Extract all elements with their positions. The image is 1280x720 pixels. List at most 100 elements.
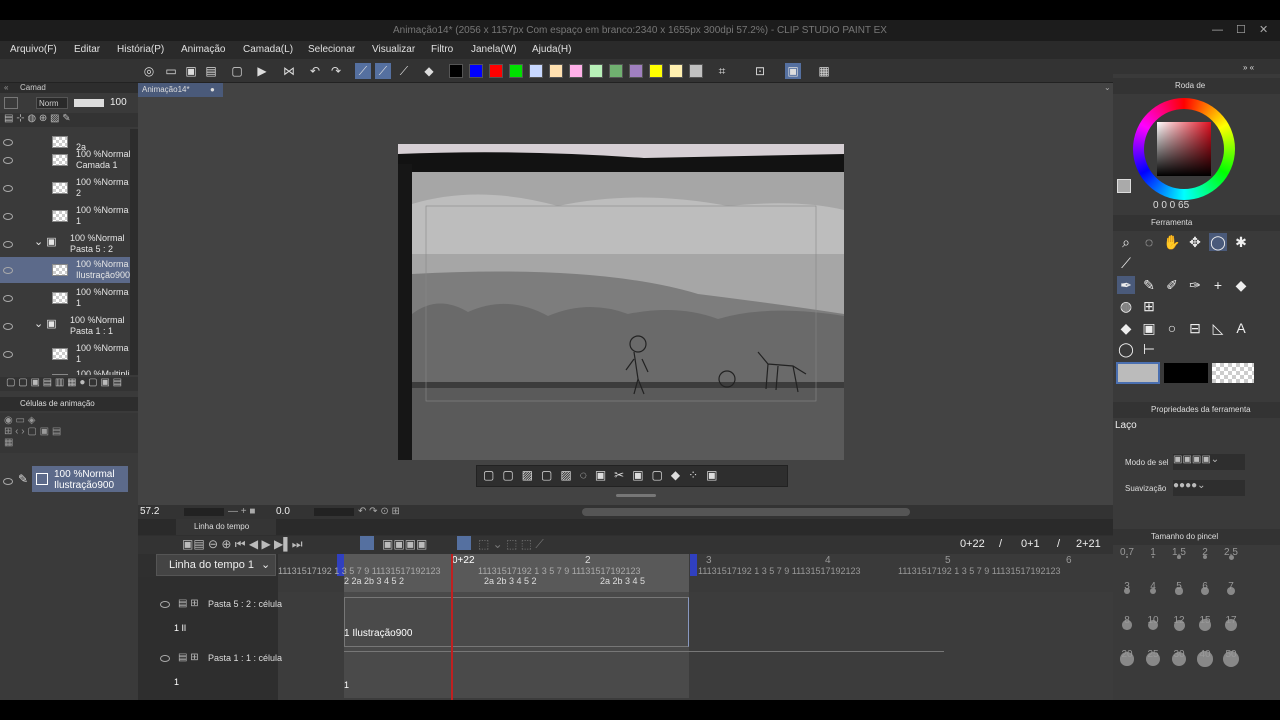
color-swatch[interactable] [469,64,483,78]
eraser-tool-icon[interactable]: ◆ [1232,276,1250,294]
eye-icon[interactable] [3,213,13,220]
rotate-tool-icon[interactable]: ◌ [1140,233,1158,251]
menu-selecionar[interactable]: Selecionar [308,41,355,59]
color-swatch[interactable] [649,64,663,78]
shape-tool-icon[interactable]: ○ [1163,319,1181,337]
main-color-swatch[interactable] [1117,179,1131,193]
text-tool-icon[interactable]: A [1232,319,1250,337]
decoration-tool-icon[interactable]: + [1209,276,1227,294]
bg-color-swatch[interactable] [1164,363,1208,383]
redo-icon[interactable]: ↷ [328,63,344,79]
color-swatch[interactable] [629,64,643,78]
eye-icon[interactable] [3,351,13,358]
transform-icon[interactable]: ⌗ [714,63,730,79]
timeline-toolbar-left[interactable]: ▣▤ ⊖ ⊕ ⏮ ◀ ▶ ▶▌⏭ [182,537,303,552]
gradient-tool-icon[interactable]: ▣ [1140,319,1158,337]
menu-ajuda[interactable]: Ajuda(H) [532,41,571,59]
timeline-tab[interactable]: Linha do tempo [176,519,276,535]
zoom-slider[interactable] [184,508,224,516]
correct-tool-icon[interactable]: ⊢ [1140,340,1158,358]
folder-icon[interactable]: ⌄ ▣ [34,237,57,248]
color-swatch[interactable] [509,64,523,78]
snap-icon[interactable]: ⟋ [375,63,391,79]
folder-icon[interactable]: ⌄ ▣ [34,319,57,330]
onion-skin-icon[interactable] [457,536,471,550]
color-wheel[interactable] [1133,98,1235,200]
anim-cells-tools[interactable]: ◉ ▭ ◈ ⊞ ‹ › ▢ ▣ ▤ ▦ [0,413,138,453]
fg-color-swatch[interactable] [1116,362,1160,384]
eye-icon[interactable] [3,185,13,192]
track1-name[interactable]: Pasta 5 : 2 : célula [208,599,282,609]
balloon-tool-icon[interactable]: ◯ [1117,340,1135,358]
airbrush-tool-icon[interactable]: ✑ [1186,276,1204,294]
save-icon[interactable]: ▤ [203,63,219,79]
track1-eye-icon[interactable] [160,601,170,608]
layer-row[interactable]: 100 %Norma 1 [0,203,130,229]
layer-color-icon[interactable] [4,97,18,109]
color-swatch[interactable] [669,64,683,78]
menu-arquivo[interactable]: Arquivo(F) [10,41,57,59]
eye-icon[interactable] [3,478,13,485]
layer-bottom-tools[interactable]: ▢ ▢ ▣ ▤ ▥ ▦ ● ▢ ▣ ▤ [0,377,138,391]
track2-cell-block[interactable] [344,651,944,695]
horizontal-scrollbar[interactable] [582,508,910,516]
color-square[interactable] [1157,122,1211,176]
eye-icon[interactable] [3,241,13,248]
menu-editar[interactable]: Editar [74,41,100,59]
menu-camada[interactable]: Camada(L) [243,41,293,59]
zoom-buttons[interactable]: — + ■ [228,505,255,519]
canvas-menu-icon[interactable]: ⌄ [1104,83,1111,92]
lasso-tool-icon[interactable]: ◯ [1209,233,1227,251]
anim-cell-selected[interactable]: 100 %Normal Ilustração900 [32,466,128,492]
sparkle-tool-icon[interactable]: ✱ [1232,233,1250,251]
playhead[interactable] [451,554,453,700]
layer-tool-icons[interactable]: ▤ ⊹ ◍ ⊕ ▨ ✎ [4,113,71,124]
menu-janela[interactable]: Janela(W) [471,41,517,59]
play-icon[interactable]: ▶ [254,63,270,79]
layer-row[interactable]: 100 %Norma 1 [0,285,130,311]
color-swatch[interactable] [589,64,603,78]
rotation-slider[interactable] [314,508,354,516]
stabilizer-icon[interactable]: ⟋ [355,63,371,79]
brush-tool-icon[interactable]: ✐ [1163,276,1181,294]
fill-tool-icon[interactable]: ◆ [1117,319,1135,337]
menu-historia[interactable]: História(P) [117,41,164,59]
rotate-buttons[interactable]: ↶ ↷ ⊙ ⊞ [358,505,400,519]
menu-animacao[interactable]: Animação [181,41,225,59]
hand-tool-icon[interactable]: ✋ [1163,233,1181,251]
layer-row[interactable]: ⌄ ▣ 100 %Normal Pasta 1 : 1 [0,313,130,339]
maximize-icon[interactable]: ☐ [1236,20,1246,41]
layer-row[interactable]: 100 %Norma Ilustração900 [0,257,130,283]
eye-icon[interactable] [3,295,13,302]
expand-icon[interactable]: » « [1243,60,1254,76]
color-swatch[interactable] [489,64,503,78]
ruler-icon[interactable]: ⟋ [396,63,412,79]
grid-icon[interactable]: ▦ [816,63,832,79]
frame-icon[interactable]: ▣ [785,63,801,79]
layer-row[interactable]: 100 %Multipli [0,367,130,375]
opacity-slider[interactable] [74,99,104,107]
app-icon[interactable]: ◎ [141,63,157,79]
track2-eye-icon[interactable] [160,655,170,662]
canvas-tab[interactable]: Animação14* ● [138,83,223,97]
eye-icon[interactable] [3,323,13,330]
panel-tool-icon[interactable]: ⊟ [1186,319,1204,337]
selection-mode-buttons[interactable]: ▣▣▣▣⌄ [1173,454,1245,470]
timeline-toolbar-right[interactable]: ⬚ ⌄ ⬚ ⬚ ⟋ [478,537,544,552]
blend-tool-icon[interactable]: ◍ [1117,297,1135,315]
layer-row[interactable]: ⌄ ▣ 100 %Normal Pasta 5 : 2 [0,231,130,257]
layer-scrollbar[interactable] [130,129,138,375]
eye-icon[interactable] [3,139,13,146]
export-icon[interactable]: ▢ [229,63,245,79]
view-icon[interactable]: ⊡ [752,63,768,79]
move-tool-icon[interactable]: ✥ [1186,233,1204,251]
new-file-icon[interactable]: ▭ [163,63,179,79]
blend-mode-select[interactable]: Norm [36,97,68,109]
close-icon[interactable]: ✕ [1259,20,1268,41]
eye-icon[interactable] [3,267,13,274]
smoothing-buttons[interactable]: ●●●●⌄ [1173,480,1245,496]
menu-visualizar[interactable]: Visualizar [372,41,415,59]
color-swatch[interactable] [689,64,703,78]
track2-name[interactable]: Pasta 1 : 1 : célula [208,653,282,663]
color-swatch[interactable] [449,64,463,78]
